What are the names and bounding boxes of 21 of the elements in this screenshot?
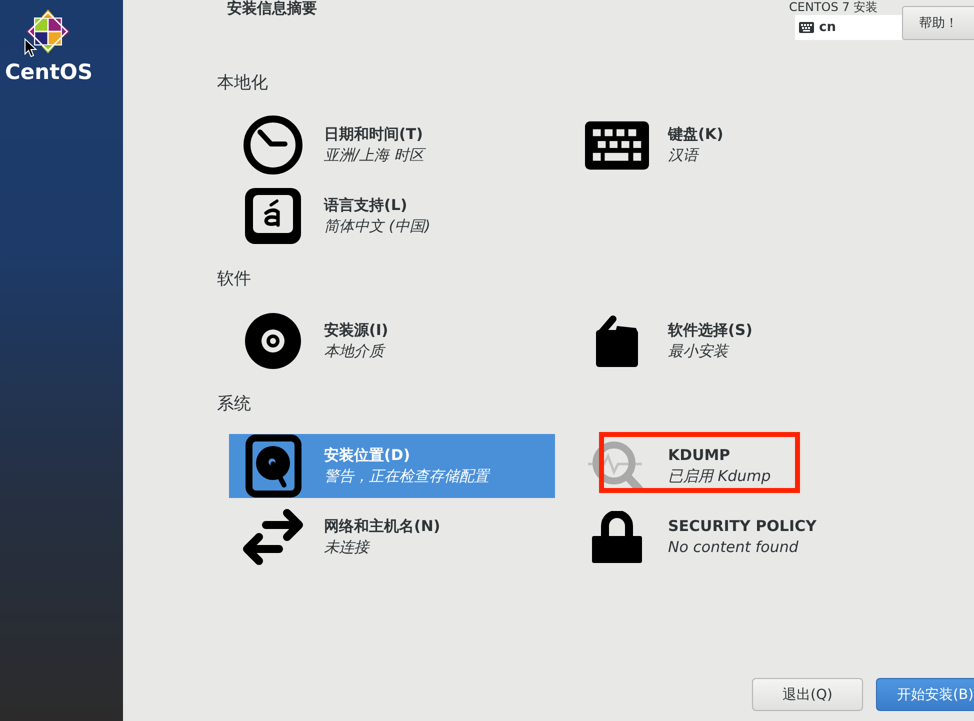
product-title: CENTOS 7 安装 xyxy=(789,0,879,14)
section-heading: 软件 xyxy=(217,268,252,290)
settings-spoke[interactable]: 日期和时间(T) 亚洲/上海 时区 xyxy=(229,113,555,177)
settings-spoke[interactable]: 软件选择(S) 最小安装 xyxy=(573,309,899,373)
settings-spoke[interactable]: 网络和主机名(N) 未连接 xyxy=(229,505,555,569)
centos-logo-icon xyxy=(25,8,71,55)
mouse-pointer-icon xyxy=(24,38,37,58)
help-button[interactable]: 帮助！ xyxy=(902,6,974,40)
page-title: 安装信息摘要 xyxy=(227,0,317,17)
settings-spoke[interactable]: KDUMP 已启用 Kdump xyxy=(573,434,899,498)
begin-install-button[interactable]: 开始安装(B) xyxy=(876,678,974,711)
keyboard-icon xyxy=(799,22,814,33)
section-heading: 系统 xyxy=(217,393,252,415)
settings-spoke[interactable]: SECURITY POLICY No content found xyxy=(573,505,899,569)
quit-button[interactable]: 退出(Q) xyxy=(752,678,863,711)
section-heading: 本地化 xyxy=(217,72,269,94)
centos-wordmark: CentOS xyxy=(5,60,93,84)
keyboard-layout-indicator[interactable]: cn xyxy=(795,15,902,40)
settings-spoke[interactable]: 安装源(I) 本地介质 xyxy=(229,309,555,373)
settings-spoke[interactable]: 语言支持(L) 简体中文 (中国) xyxy=(229,184,555,248)
settings-spoke[interactable]: 键盘(K) 汉语 xyxy=(573,113,899,177)
